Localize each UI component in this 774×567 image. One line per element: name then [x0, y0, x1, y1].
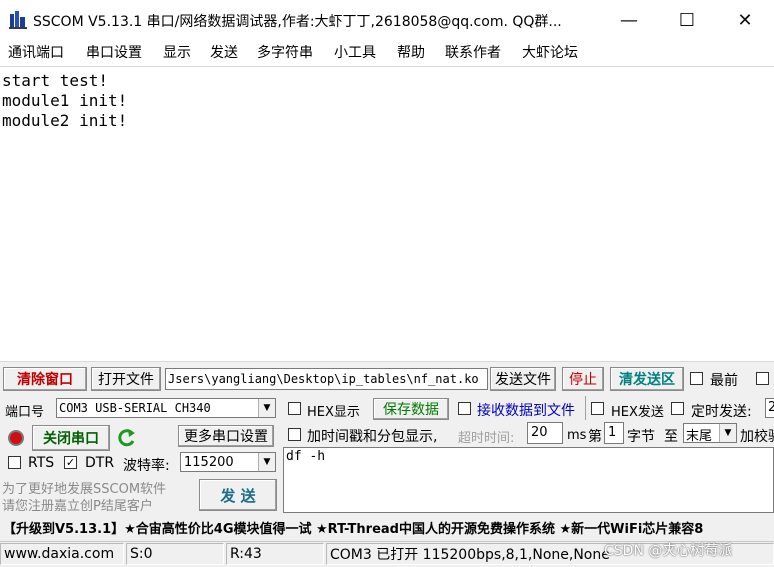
timed-send-checkbox[interactable] [671, 402, 684, 415]
window-title: SSCOM V5.13.1 串口/网络数据调试器,作者:大虾丁丁,2618058… [33, 14, 562, 30]
menu-send[interactable]: 发送 [210, 42, 238, 62]
tail-value: 末尾 [686, 429, 713, 444]
to-label: 至 [664, 429, 678, 445]
status-website[interactable]: www.daxia.com [0, 543, 124, 565]
timestamp-checkbox[interactable] [288, 428, 301, 441]
promo-ticker[interactable]: 【升级到V5.13.1】★合宙高性价比4G模块值得一试 ★RT-Thread中国… [3, 518, 703, 537]
menu-multi-string[interactable]: 多字符串 [257, 42, 313, 62]
byte-label: 字节 [627, 429, 655, 445]
hex-display-checkbox[interactable] [288, 402, 301, 415]
status-received-count: R:43 [226, 543, 324, 565]
byte-index-input[interactable]: 1 [604, 422, 624, 444]
topmost-checkbox[interactable] [690, 372, 703, 385]
timeout-label: 超时时间: [458, 431, 515, 446]
checksum-label: 加校验 [740, 429, 774, 445]
watermark: CSDN @夹心树莓派 [604, 543, 733, 559]
open-file-button[interactable]: 打开文件 [91, 367, 161, 391]
port-select[interactable]: COM3 USB-SERIAL CH340 [56, 398, 276, 418]
topmost-label: 最前 [710, 373, 738, 389]
app-icon [9, 10, 27, 30]
minimize-button[interactable]: — [600, 0, 658, 40]
divider [585, 396, 586, 420]
close-window-button[interactable]: ✕ [716, 0, 774, 40]
maximize-button[interactable]: ☐ [658, 0, 716, 40]
rts-checkbox[interactable] [8, 456, 21, 469]
ms-label: ms [567, 428, 587, 443]
promo-ticker-bar: 【升级到V5.13.1】★合宙高性价比4G模块值得一试 ★RT-Thread中国… [0, 514, 774, 540]
port-value: COM3 USB-SERIAL CH340 [59, 401, 211, 415]
send-input[interactable]: df -h [283, 447, 774, 513]
baud-dropdown-chevron-down-icon[interactable]: ▼ [258, 453, 275, 471]
menu-tools[interactable]: 小工具 [334, 42, 376, 62]
menu-comm-port[interactable]: 通讯端口 [8, 42, 64, 62]
extra-checkbox[interactable] [756, 372, 769, 385]
send-text: df -h [286, 449, 326, 464]
dtr-checkbox[interactable]: ✓ [64, 456, 77, 469]
receive-text: start test! module1 init! module2 init! [2, 71, 128, 130]
more-serial-settings-button[interactable]: 更多串口设置 [178, 425, 274, 447]
send-button[interactable]: 发 送 [199, 479, 277, 511]
timestamp-label: 加时间戳和分包显示, [307, 429, 438, 445]
record-icon [8, 430, 24, 446]
menu-forum[interactable]: 大虾论坛 [522, 42, 578, 62]
clear-window-button[interactable]: 清除窗口 [3, 367, 87, 391]
close-port-button[interactable]: 关闭串口 [32, 425, 110, 451]
hex-display-label: HEX显示 [307, 405, 360, 420]
receive-area[interactable]: start test! module1 init! module2 init! [0, 66, 774, 362]
recv-to-file-checkbox[interactable] [458, 402, 471, 415]
refresh-icon[interactable] [117, 427, 137, 449]
hex-send-label: HEX发送 [611, 405, 664, 420]
stop-button[interactable]: 停止 [562, 367, 604, 391]
menu-help[interactable]: 帮助 [397, 42, 425, 62]
recv-to-file-label: 接收数据到文件 [477, 403, 575, 419]
clear-send-button[interactable]: 清发送区 [610, 367, 684, 391]
timeout-input[interactable]: 20 [527, 422, 563, 444]
send-file-button[interactable]: 发送文件 [490, 367, 556, 391]
baud-label: 波特率: [123, 458, 170, 474]
menu-contact-author[interactable]: 联系作者 [445, 42, 501, 62]
port-dropdown-chevron-down-icon[interactable]: ▼ [258, 399, 275, 417]
timed-send-input[interactable]: 2 [765, 398, 774, 418]
menu-serial-settings[interactable]: 串口设置 [86, 42, 142, 62]
tail-dropdown-chevron-down-icon[interactable]: ▼ [719, 424, 736, 442]
port-label: 端口号 [5, 405, 45, 420]
menu-display[interactable]: 显示 [163, 42, 191, 62]
hex-send-checkbox[interactable] [591, 402, 604, 415]
status-sent-count: S:0 [126, 543, 224, 565]
nth-label: 第 [588, 429, 602, 445]
timed-send-label: 定时发送: [691, 404, 752, 420]
file-path-input[interactable]: Jsers\yangliang\Desktop\ip_tables\nf_nat… [165, 368, 488, 390]
rts-label: RTS [28, 455, 55, 471]
promo-line2: 请您注册嘉立创P结尾客户 [2, 499, 153, 514]
save-data-button[interactable]: 保存数据 [373, 398, 449, 420]
dtr-label: DTR [85, 455, 115, 471]
baud-value: 115200 [184, 455, 234, 470]
